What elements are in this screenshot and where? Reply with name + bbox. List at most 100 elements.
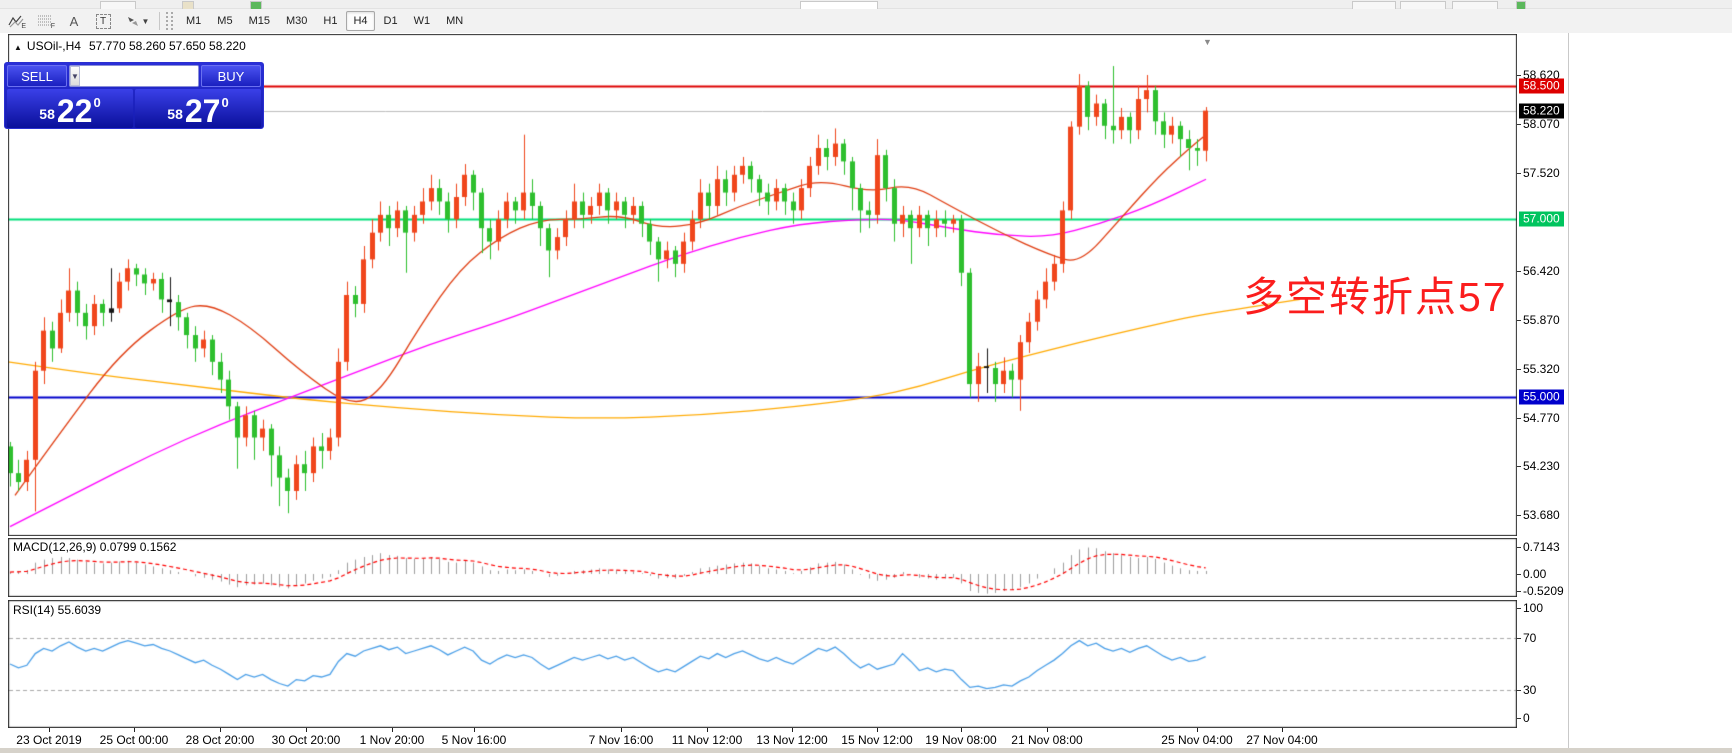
tab-timeframe-M1[interactable]: M1: [179, 11, 208, 31]
rsi-label: RSI(14) 55.6039: [13, 603, 101, 617]
price-axis-label: 54.770: [1523, 411, 1560, 425]
time-axis-tick: [306, 728, 307, 732]
axis-tick: [1517, 690, 1521, 691]
chart-title: ▲ USOil-,H4 57.770 58.260 57.650 58.220: [14, 39, 246, 53]
axis-tick: [1517, 591, 1521, 592]
volume-decrease-button[interactable]: ▼: [70, 66, 80, 86]
time-axis-tick: [474, 728, 475, 732]
sell-button[interactable]: SELL: [7, 65, 67, 87]
rsi-axis-label: 30: [1523, 683, 1536, 697]
time-axis-label: 7 Nov 16:00: [589, 733, 654, 747]
cutoff-button: [250, 1, 262, 9]
rsi-indicator-canvas[interactable]: [8, 600, 1517, 728]
text-annotation-icon[interactable]: A: [61, 11, 87, 31]
cutoff-button: [100, 1, 136, 9]
price-badge-58.500: 58.500: [1519, 78, 1564, 93]
chart-shift-marker-icon[interactable]: ▼: [1203, 37, 1212, 47]
axis-tick: [1517, 124, 1521, 125]
time-axis-label: 25 Nov 04:00: [1161, 733, 1232, 747]
time-axis-label: 19 Nov 08:00: [925, 733, 996, 747]
price-axis-label: 58.070: [1523, 117, 1560, 131]
time-axis-tick: [1282, 728, 1283, 732]
rsi-axis-label: 100: [1523, 601, 1543, 615]
price-badge-57.000: 57.000: [1519, 212, 1564, 227]
macd-label: MACD(12,26,9) 0.0799 0.1562: [13, 540, 176, 554]
time-axis-label: 30 Oct 20:00: [272, 733, 341, 747]
price-axis-label: 55.870: [1523, 313, 1560, 327]
time-axis-label: 5 Nov 16:00: [442, 733, 507, 747]
time-axis-label: 11 Nov 12:00: [672, 733, 743, 747]
time-axis-tick: [961, 728, 962, 732]
text-label-glyph: T: [96, 14, 111, 29]
time-axis-label: 28 Oct 20:00: [186, 733, 255, 747]
time-axis-label: 15 Nov 12:00: [841, 733, 912, 747]
tab-timeframe-D1[interactable]: D1: [377, 11, 405, 31]
price-axis-label: 54.230: [1523, 459, 1560, 473]
time-axis-label: 21 Nov 08:00: [1011, 733, 1082, 747]
price-badge-58.220: 58.220: [1519, 103, 1564, 118]
tab-timeframe-MN[interactable]: MN: [439, 11, 470, 31]
time-axis-label: 1 Nov 20:00: [360, 733, 425, 747]
axis-tick: [1517, 718, 1521, 719]
time-axis-tick: [1047, 728, 1048, 732]
time-axis-label: 23 Oct 2019: [16, 733, 81, 747]
text-label-icon[interactable]: T: [90, 11, 116, 31]
dropdown-caret-icon: ▼: [142, 17, 150, 26]
cutoff-dropdown: [800, 1, 878, 9]
price-axis-label: 53.680: [1523, 508, 1560, 522]
symbol-timeframe: USOil-,H4: [27, 39, 81, 53]
time-axis-tick: [134, 728, 135, 732]
axis-tick: [1517, 75, 1521, 76]
price-axis-label: 55.320: [1523, 362, 1560, 376]
volume-box: ▼ ▲: [69, 65, 199, 87]
price-axis[interactable]: 58.62058.07057.52056.42055.87055.32054.7…: [1517, 33, 1568, 728]
chart-text-annotation: 多空转折点57: [1243, 263, 1508, 323]
axis-tick: [1517, 369, 1521, 370]
tab-timeframe-H4[interactable]: H4: [346, 11, 374, 31]
mt4-terminal: { "toolbar": { "tools": [ {"id":"indicat…: [0, 0, 1732, 753]
ohlc-values: 57.770 58.260 57.650 58.220: [89, 39, 246, 53]
macd-indicator-canvas[interactable]: [8, 538, 1517, 597]
sell-price-display[interactable]: 58 22 0: [7, 89, 133, 128]
buy-button[interactable]: BUY: [201, 65, 261, 87]
axis-tick: [1517, 608, 1521, 609]
axis-tick: [1517, 547, 1521, 548]
price-badge-55.000: 55.000: [1519, 390, 1564, 405]
time-axis[interactable]: 23 Oct 201925 Oct 00:0028 Oct 20:0030 Oc…: [8, 728, 1517, 748]
cutoff-button: [1452, 1, 1498, 9]
empty-client-area: [1568, 33, 1732, 748]
time-axis-tick: [220, 728, 221, 732]
tab-timeframe-M15[interactable]: M15: [242, 11, 277, 31]
tab-timeframe-M5[interactable]: M5: [210, 11, 239, 31]
buy-price-pips: 27: [185, 96, 221, 126]
time-axis-tick: [1197, 728, 1198, 732]
tab-timeframe-W1[interactable]: W1: [407, 11, 438, 31]
collapse-arrow-icon[interactable]: ▲: [14, 43, 22, 52]
axis-tick: [1517, 638, 1521, 639]
cutoff-button: [1400, 1, 1446, 9]
macd-axis-label: 0.00: [1523, 567, 1546, 581]
axis-tick: [1517, 271, 1521, 272]
rsi-axis-label: 0: [1523, 711, 1530, 725]
volume-input[interactable]: [80, 66, 199, 86]
time-axis-tick: [49, 728, 50, 732]
tab-timeframe-H1[interactable]: H1: [316, 11, 344, 31]
chart-toolbar: E F A T ▼ M1M5M15M30H1H4D1W1MN: [0, 9, 1732, 33]
buy-price-display[interactable]: 58 27 0: [135, 89, 261, 128]
window-bottom-edge: [0, 748, 1732, 753]
buy-price-base: 58: [167, 106, 183, 122]
indicators-icon[interactable]: E: [3, 11, 29, 31]
arrows-tool-icon[interactable]: ▼: [119, 11, 155, 31]
icon-sub-label: F: [51, 23, 55, 30]
tab-timeframe-M30[interactable]: M30: [279, 11, 314, 31]
axis-tick: [1517, 515, 1521, 516]
toolbar-grip[interactable]: [166, 12, 173, 30]
timeframe-bar: M1M5M15M30H1H4D1W1MN: [178, 11, 471, 31]
grid-icon[interactable]: F: [32, 11, 58, 31]
cutoff-button: [1516, 1, 1526, 9]
price-axis-label: 57.520: [1523, 166, 1560, 180]
axis-tick: [1517, 466, 1521, 467]
sell-price-point: 0: [93, 95, 100, 110]
buy-price-point: 0: [221, 95, 228, 110]
icon-sub-label: E: [21, 23, 26, 30]
